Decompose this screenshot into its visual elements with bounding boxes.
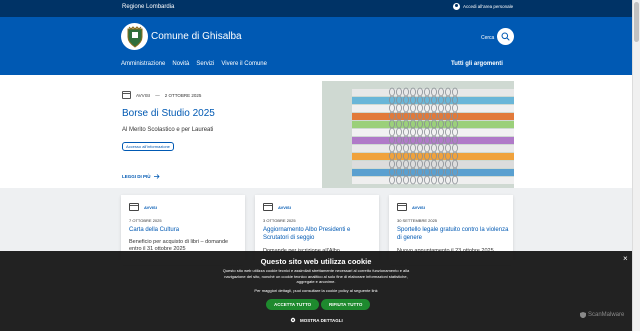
hero-title[interactable]: Borse di Studio 2025 [122,108,215,119]
watermark-label: ScanMalware [588,312,625,318]
calendar-icon [129,203,139,211]
arrow-right-icon [153,174,160,179]
hero-category: AVVISI [136,92,151,98]
hero-image [322,81,514,188]
scrollbar-thumb[interactable] [634,2,639,42]
card-title[interactable]: Aggiornamento Albo Presidenti e Scrutato… [263,226,375,242]
page-scrollbar[interactable] [632,0,640,331]
watermark: ScanMalware [580,312,624,318]
reject-all-button[interactable]: RIFIUTA TUTTO [321,299,371,310]
card-category: AVVISI [397,203,425,211]
cookie-title: Questo sito web utilizza cookie [260,257,372,266]
nav-item-servizi[interactable]: Servizi [196,61,214,67]
shield-icon [580,312,586,318]
municipality-logo[interactable] [121,23,148,50]
gear-icon [290,317,296,323]
card-date: 3 OTTOBRE 2025 [263,218,296,223]
search-label: Cerca [481,35,495,41]
nav-item-novita[interactable]: Novità [172,61,189,67]
cookie-text: Questo sito web utilizza cookie tecnici … [222,268,410,284]
card-category-label: AVVISI [278,204,291,210]
user-icon [453,3,460,10]
region-link[interactable]: Regione Lombardia [122,4,174,10]
card-title[interactable]: Carta della Cultura [129,226,241,234]
topic-tag[interactable]: Accesso all'informazione [122,142,174,151]
hero-separator: — [155,92,160,98]
calendar-icon [263,203,273,211]
card-category: AVVISI [263,203,291,211]
card-category-label: AVVISI [412,204,425,210]
show-details-label: MOSTRA DETTAGLI [300,317,343,323]
all-topics-link[interactable]: Tutti gli argomenti [451,61,503,67]
login-link[interactable]: Accedi all'area personale [453,3,513,10]
notebooks-photo [322,81,514,188]
cookie-policy-link[interactable]: Per maggiori dettagli, puoi consultare l… [0,288,632,293]
card-category-label: AVVISI [144,204,157,210]
accept-all-button[interactable]: ACCETTA TUTTO [266,299,320,310]
cookie-banner: × Questo sito web utilizza cookie Questo… [0,251,632,331]
show-details-button[interactable]: MOSTRA DETTAGLI [290,317,343,323]
calendar-icon [122,91,131,99]
read-more-label: LEGGI DI PIÙ [122,174,151,179]
card-title[interactable]: Sportello legale gratuito contro la viol… [397,226,509,242]
search-button[interactable] [497,28,514,45]
site-title[interactable]: Comune di Ghisalba [151,31,242,42]
nav-item-vivere[interactable]: Vivere il Comune [221,61,267,67]
calendar-icon [397,203,407,211]
main-nav: Amministrazione Novità Servizi Vivere il… [121,61,267,67]
card-date: 30 SETTEMBRE 2025 [397,218,438,223]
hero-subtitle: Al Merito Scolastico e per Laureati [122,127,214,133]
card-date: 7 OTTOBRE 2025 [129,218,162,223]
card-category: AVVISI [129,203,157,211]
read-more-link[interactable]: LEGGI DI PIÙ [122,174,160,179]
hero-date: 2 OTTOBRE 2025 [164,92,202,98]
site-header: Comune di Ghisalba Cerca Amministrazione… [0,17,632,75]
hero-meta: AVVISI — 2 OTTOBRE 2025 [122,91,201,99]
login-label: Accedi all'area personale [463,4,514,9]
coat-of-arms-icon [127,25,142,48]
search-icon [501,32,510,41]
nav-item-amministrazione[interactable]: Amministrazione [121,61,165,67]
top-bar: Regione Lombardia Accedi all'area person… [0,0,632,17]
